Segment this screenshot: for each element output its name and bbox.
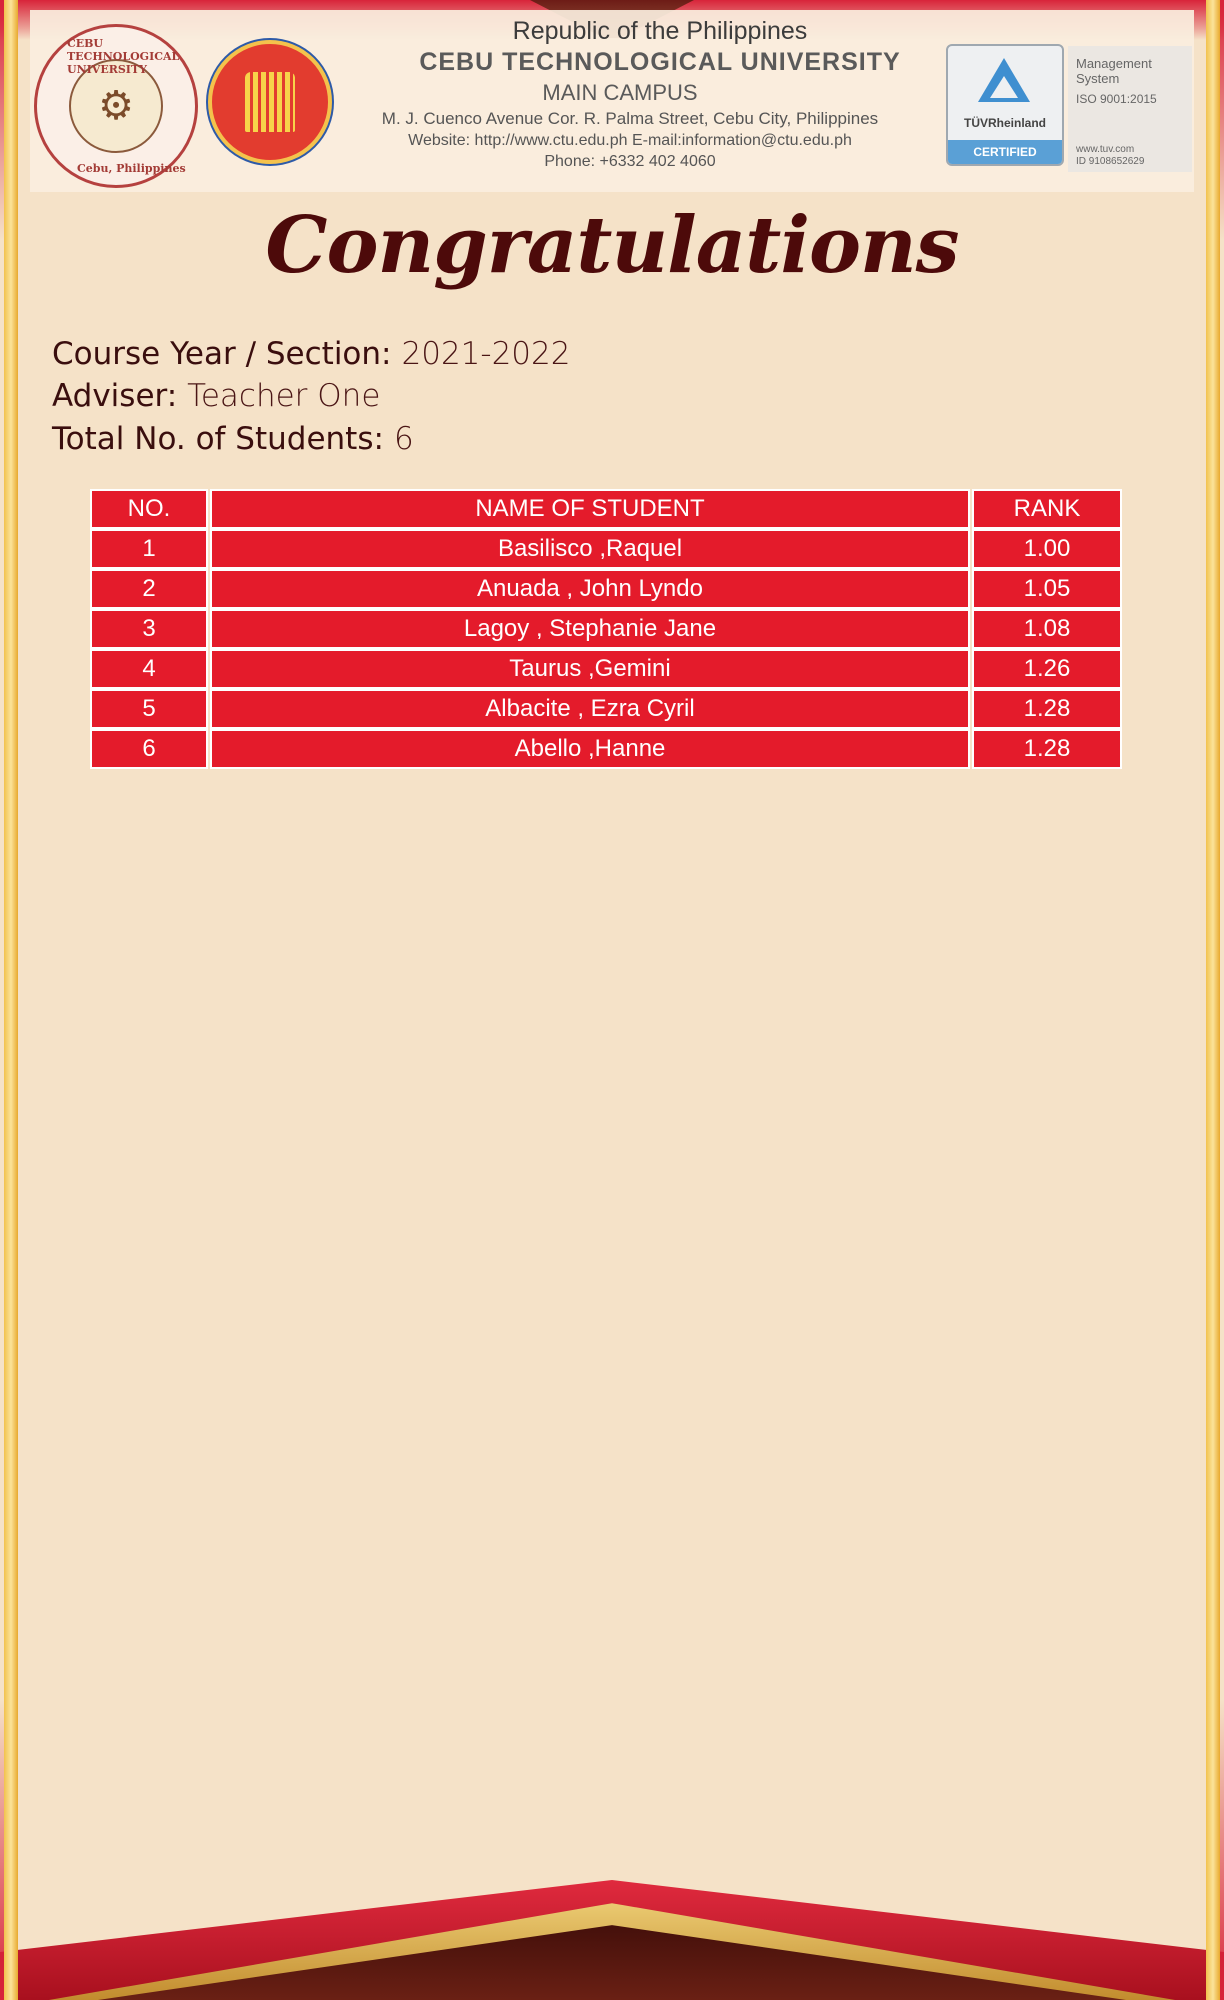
cell-name: Lagoy , Stephanie Jane (212, 611, 968, 647)
cell-rank: 1.05 (974, 571, 1120, 607)
cell-no: 1 (92, 531, 206, 567)
header-no: NO. (92, 491, 206, 527)
adviser-label: Adviser: (52, 378, 178, 414)
cell-no: 2 (92, 571, 206, 607)
cell-no: 4 (92, 651, 206, 687)
left-gold-border (4, 0, 18, 2000)
letterhead: CEBU TECHNOLOGICAL UNIVERSITY ⚙ Cebu, Ph… (30, 10, 1194, 192)
header-rank: RANK (974, 491, 1120, 527)
cell-no: 3 (92, 611, 206, 647)
cell-rank: 1.26 (974, 651, 1120, 687)
cell-name: Taurus ,Gemini (212, 651, 968, 687)
tuv-name: TÜVRheinland (963, 116, 1046, 130)
address-line: M. J. Cuenco Avenue Cor. R. Palma Street… (381, 109, 879, 128)
management-system-text: Management System (1076, 56, 1152, 86)
tuv-certification-badge: TÜVRheinland CERTIFIED (946, 44, 1064, 166)
adviser-value: Teacher One (187, 378, 381, 414)
phone-line: Phone: +6332 402 4060 (544, 153, 716, 170)
seal-ring-bottom-text: Cebu, Philippines (77, 162, 186, 175)
course-label: Course Year / Section: (52, 336, 392, 372)
university-seal-logo: CEBU TECHNOLOGICAL UNIVERSITY ⚙ Cebu, Ph… (34, 24, 198, 188)
cell-rank: 1.08 (974, 611, 1120, 647)
cell-no: 5 (92, 691, 206, 727)
tuv-triangle-inner (990, 76, 1018, 98)
table-row: 4 Taurus ,Gemini 1.26 (92, 651, 1120, 687)
table-header-row: NO. NAME OF STUDENT RANK (92, 491, 1120, 527)
table-row: 3 Lagoy , Stephanie Jane 1.08 (92, 611, 1120, 647)
cell-no: 6 (92, 731, 206, 767)
adviser: Adviser: Teacher One (52, 378, 380, 414)
iso-info-panel: Management System ISO 9001:2015 www.tuv.… (1068, 46, 1192, 172)
total-value: 6 (393, 421, 414, 457)
cell-name: Basilisco ,Raquel (212, 531, 968, 567)
letterhead-text: Republic of the Philippines CEBU TECHNOL… (330, 16, 990, 172)
website-email-line: Website: http://www.ctu.edu.ph E-mail:in… (408, 132, 852, 149)
bottom-chevron-decoration (0, 1870, 1224, 2000)
republic-line: Republic of the Philippines (512, 17, 808, 45)
ranking-table: NO. NAME OF STUDENT RANK 1 Basilisco ,Ra… (86, 487, 1126, 771)
tuv-certified-label: CERTIFIED (948, 140, 1062, 164)
tuv-site-id: www.tuv.com ID 9108652629 (1076, 144, 1144, 168)
course-year-section: Course Year / Section: 2021-2022 (52, 336, 570, 372)
course-value: 2021-2022 (401, 336, 571, 372)
total-students: Total No. of Students: 6 (52, 421, 414, 457)
tuv-id-text: ID 9108652629 (1076, 156, 1145, 167)
tuv-site-text: www.tuv.com (1076, 144, 1135, 155)
iso-standard-text: ISO 9001:2015 (1076, 92, 1157, 106)
total-label: Total No. of Students: (52, 421, 384, 457)
right-gold-border (1206, 0, 1220, 2000)
cell-name: Anuada , John Lyndo (212, 571, 968, 607)
seal-ring-top-text: CEBU TECHNOLOGICAL UNIVERSITY (67, 37, 180, 76)
cell-rank: 1.00 (974, 531, 1120, 567)
cell-rank: 1.28 (974, 731, 1120, 767)
campus-name: MAIN CAMPUS (542, 80, 698, 105)
table-row: 1 Basilisco ,Raquel 1.00 (92, 531, 1120, 567)
cell-name: Abello ,Hanne (212, 731, 968, 767)
cell-rank: 1.28 (974, 691, 1120, 727)
table-row: 6 Abello ,Hanne 1.28 (92, 731, 1120, 767)
cell-name: Albacite , Ezra Cyril (212, 691, 968, 727)
header-name: NAME OF STUDENT (212, 491, 968, 527)
table-row: 2 Anuada , John Lyndo 1.05 (92, 571, 1120, 607)
congratulations-title: Congratulations (265, 200, 959, 291)
university-name: CEBU TECHNOLOGICAL UNIVERSITY (419, 48, 901, 76)
table-row: 5 Albacite , Ezra Cyril 1.28 (92, 691, 1120, 727)
